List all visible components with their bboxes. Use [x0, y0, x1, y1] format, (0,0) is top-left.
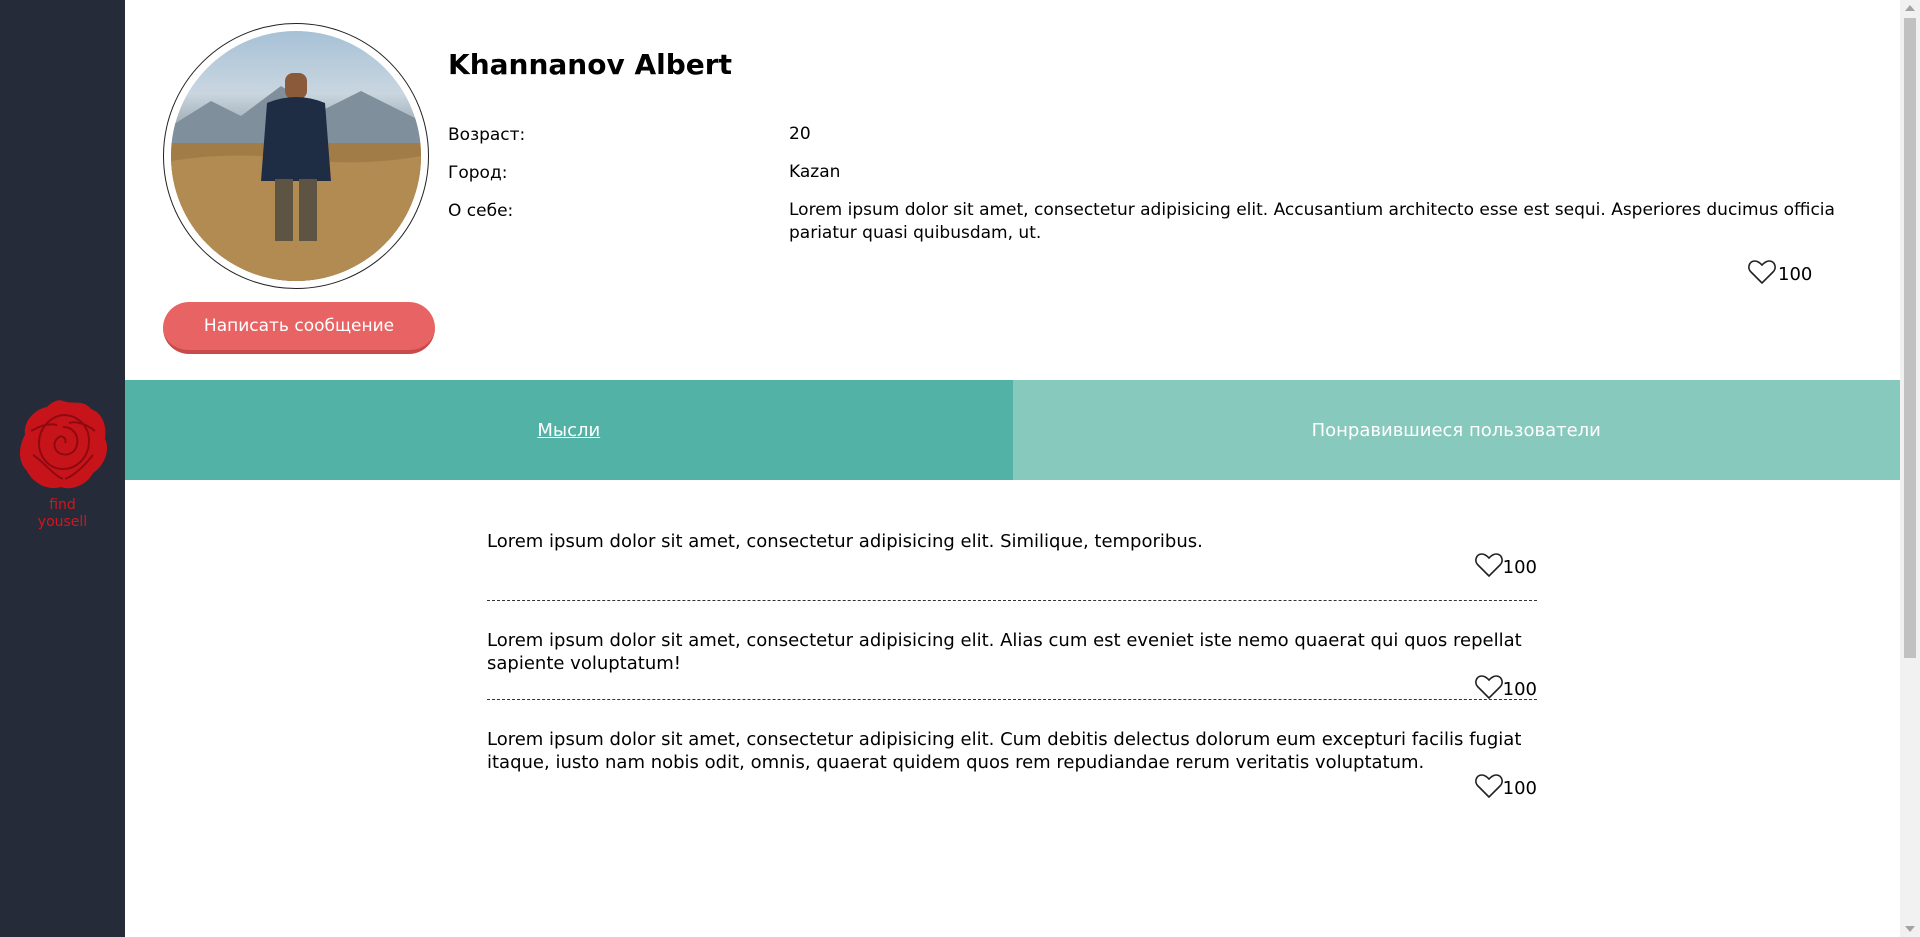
scroll-up-arrow-icon[interactable]	[1905, 5, 1915, 11]
vertical-scrollbar[interactable]	[1900, 0, 1920, 937]
city-label: Город:	[448, 163, 508, 183]
heart-icon	[1474, 675, 1503, 700]
thoughts-list: Lorem ipsum dolor sit amet, consectetur …	[487, 530, 1537, 826]
thought-text: Lorem ipsum dolor sit amet, consectetur …	[487, 630, 1522, 674]
scroll-down-arrow-icon[interactable]	[1905, 926, 1915, 932]
logo[interactable]: find yousell	[10, 395, 115, 531]
main-content: Написать сообщение Khannanov Albert Возр…	[125, 0, 1900, 937]
thought-like[interactable]: 100	[1474, 674, 1537, 700]
thought-text: Lorem ipsum dolor sit amet, consectetur …	[487, 531, 1203, 552]
thought-like-count: 100	[1502, 557, 1537, 578]
heart-icon	[1474, 553, 1503, 578]
thought-like-count: 100	[1502, 778, 1537, 799]
tab-liked-users[interactable]: Понравившиеся пользователи	[1012, 380, 1900, 480]
profile-like[interactable]: 100	[1748, 259, 1812, 285]
thought-item: Lorem ipsum dolor sit amet, consectetur …	[487, 530, 1537, 601]
avatar-photo	[171, 73, 421, 281]
age-value: 20	[789, 124, 811, 144]
heart-icon	[1474, 774, 1503, 799]
scroll-thumb[interactable]	[1904, 18, 1916, 658]
tab-bar: Мысли Понравившиеся пользователи	[125, 380, 1900, 480]
thought-like-count: 100	[1502, 679, 1537, 700]
city-value: Kazan	[789, 162, 841, 182]
thought-item: Lorem ipsum dolor sit amet, consectetur …	[487, 629, 1537, 700]
thought-like[interactable]: 100	[1474, 552, 1537, 578]
profile-name: Khannanov Albert	[448, 48, 732, 81]
thought-item: Lorem ipsum dolor sit amet, consectetur …	[487, 728, 1537, 799]
tab-thoughts[interactable]: Мысли	[125, 380, 1013, 480]
logo-text-line2: yousell	[37, 514, 88, 530]
logo-text-line1: find	[49, 497, 76, 513]
thought-like[interactable]: 100	[1474, 773, 1537, 799]
heart-icon	[1748, 260, 1776, 285]
sidebar: find yousell	[0, 0, 125, 937]
age-label: Возраст:	[448, 125, 526, 145]
send-message-button[interactable]: Написать сообщение	[163, 302, 435, 354]
about-label: О себе:	[448, 201, 514, 221]
avatar	[171, 31, 421, 281]
about-value: Lorem ipsum dolor sit amet, consectetur …	[789, 200, 1835, 243]
avatar-frame	[163, 23, 429, 289]
rose-icon	[19, 400, 107, 489]
thought-text: Lorem ipsum dolor sit amet, consectetur …	[487, 729, 1522, 773]
profile-like-count: 100	[1778, 264, 1813, 285]
logo-text: find yousell	[10, 497, 115, 531]
